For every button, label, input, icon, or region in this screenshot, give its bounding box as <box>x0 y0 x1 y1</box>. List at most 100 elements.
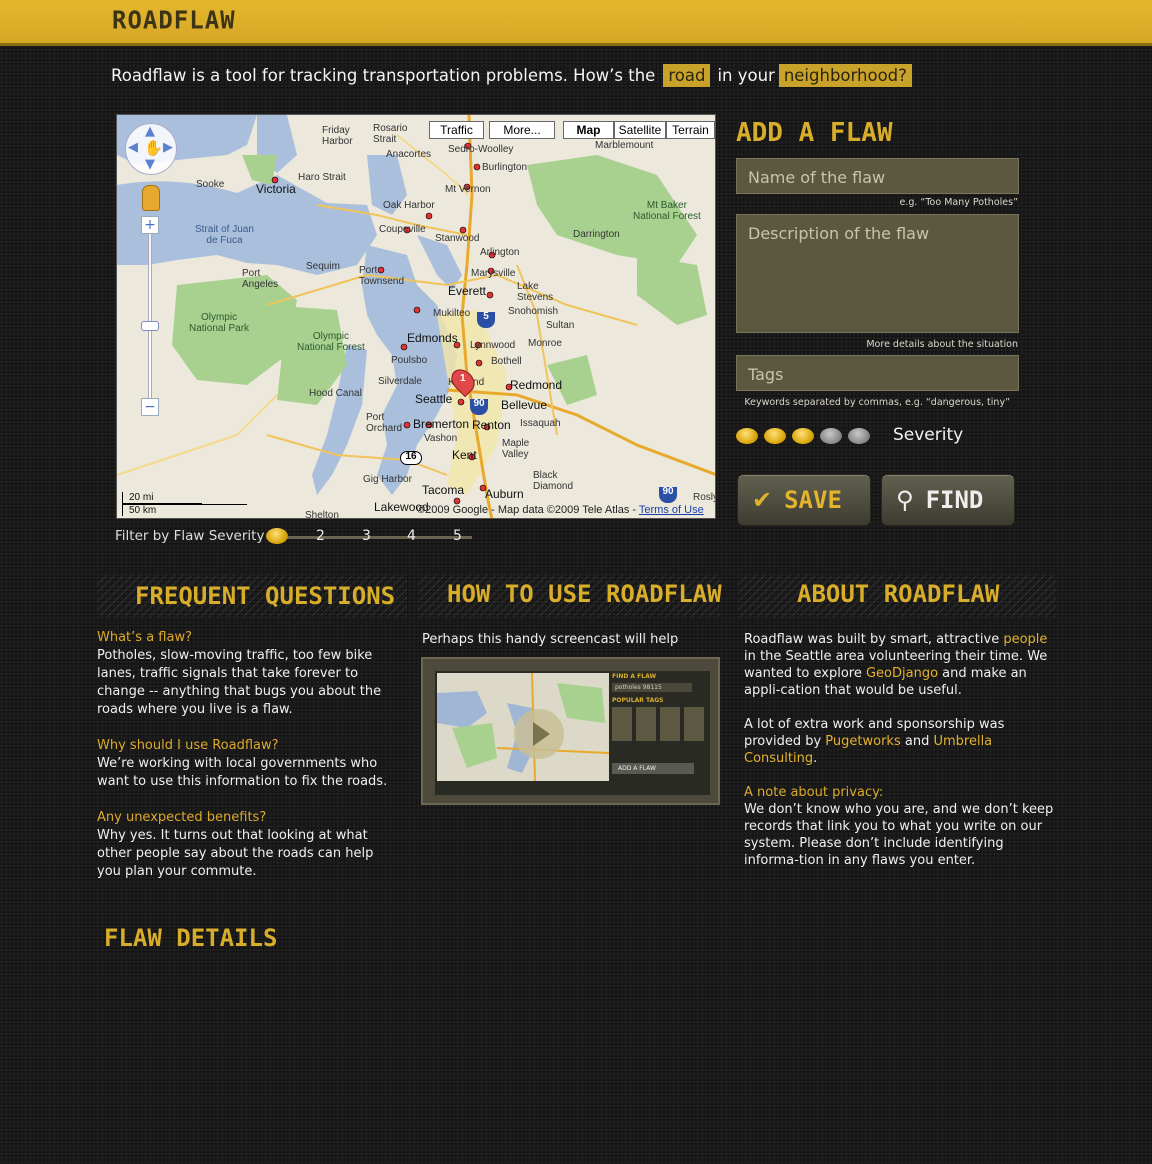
map-label: Seattle <box>415 392 453 406</box>
map-label: Mukilteo <box>433 308 471 319</box>
about-paragraph: Roadflaw was built by smart, attractive … <box>744 631 1059 699</box>
map-label: Olympic National Park <box>189 312 250 334</box>
pan-up-icon[interactable]: ▲ <box>145 124 155 139</box>
map-label: Mt Vernon <box>445 184 491 195</box>
people-link[interactable]: people <box>1003 632 1047 647</box>
map-label: Port Orchard <box>366 412 403 434</box>
map-label: Auburn <box>485 487 524 501</box>
map-label: Sequim <box>306 261 340 272</box>
severity-dot-1[interactable] <box>736 428 758 444</box>
interstate-90-shield-icon: 90 <box>470 398 488 415</box>
map-scale: 20 mi 50 km <box>122 492 247 516</box>
map-label: Marysville <box>471 268 516 279</box>
map-traffic-button[interactable]: Traffic <box>429 121 484 139</box>
faq-answer: We’re working with local governments who… <box>97 756 388 789</box>
severity-dot-2[interactable] <box>764 428 786 444</box>
map-label: Kent <box>452 448 477 462</box>
map-label: Monroe <box>528 338 562 349</box>
faq-item: Why should I use Roadflaw? We’re working… <box>97 737 397 791</box>
map-label: Hood Canal <box>309 388 362 399</box>
interstate-5-shield-icon: 5 <box>477 311 495 328</box>
map-label: Sedro-Woolley <box>448 144 514 155</box>
zoom-out-button[interactable]: − <box>141 398 159 416</box>
severity-dot-3[interactable] <box>792 428 814 444</box>
video-add-button: ADD A FLAW <box>612 763 694 774</box>
map-label: Shelton <box>305 510 339 519</box>
map-label: Stanwood <box>435 233 480 244</box>
map-label: Mt Baker National Forest <box>633 200 701 222</box>
filter-label: Filter by Flaw Severity <box>115 528 265 544</box>
zoom-slider-track[interactable] <box>148 225 152 405</box>
map-label: Sooke <box>196 179 225 190</box>
faq-title: FREQUENT QUESTIONS <box>135 582 396 610</box>
pan-right-icon[interactable]: ▶ <box>163 140 173 155</box>
pugetworks-link[interactable]: Pugetworks <box>825 734 900 749</box>
map-label: Darrington <box>573 229 620 240</box>
map-label: Snohomish <box>508 306 559 317</box>
map-label: Tacoma <box>422 483 465 497</box>
flaw-description-hint: More details about the situation <box>866 339 1018 350</box>
video-frame: FIND A FLAW potholes 98115 POPULAR TAGS … <box>435 671 710 795</box>
filter-knob[interactable] <box>266 528 288 544</box>
map-view[interactable]: Traffic More... Map Satellite Terrain ▲ … <box>116 114 716 519</box>
map-label: Bremerton <box>413 417 470 431</box>
filter-level-2[interactable]: 2 <box>316 528 325 544</box>
map-type-satellite-button[interactable]: Satellite <box>614 121 666 139</box>
map-type-terrain-button[interactable]: Terrain <box>666 121 715 139</box>
map-label: Burlington <box>482 162 528 173</box>
severity-dot-4[interactable] <box>820 428 842 444</box>
map-label: Renton <box>472 418 511 432</box>
filter-level-5[interactable]: 5 <box>453 528 462 544</box>
hand-icon: ✋ <box>144 139 163 157</box>
flaw-tags-input[interactable]: Tags <box>736 355 1019 391</box>
zoom-in-button[interactable]: + <box>141 216 159 234</box>
map-pan-control[interactable]: ▲ ▼ ◀ ▶ ✋ <box>125 123 177 175</box>
interstate-90-shield-icon: 90 <box>659 486 677 503</box>
video-thumbnail-map <box>437 673 609 781</box>
zoom-slider-knob[interactable] <box>141 321 159 331</box>
flaw-name-input[interactable]: Name of the flaw <box>736 158 1019 194</box>
map-type-map-button[interactable]: Map <box>563 121 614 139</box>
screencast-video[interactable]: FIND A FLAW potholes 98115 POPULAR TAGS … <box>421 657 720 805</box>
checkmark-icon: ✔ <box>752 486 773 514</box>
about-title: ABOUT ROADFLAW <box>797 580 1000 608</box>
faq-question: What’s a flaw? <box>97 630 192 645</box>
map-label: Victoria <box>256 182 296 196</box>
terms-of-use-link[interactable]: Terms of Use <box>639 504 704 516</box>
pan-down-icon[interactable]: ▼ <box>145 157 155 172</box>
severity-dot-5[interactable] <box>848 428 870 444</box>
filter-level-4[interactable]: 4 <box>407 528 416 544</box>
filter-level-3[interactable]: 3 <box>362 528 371 544</box>
pegman-icon[interactable] <box>142 185 160 211</box>
map-label: Port Angeles <box>242 268 279 290</box>
tagline: Roadflaw is a tool for tracking transpor… <box>111 64 916 87</box>
map-label: Poulsbo <box>391 355 428 366</box>
header-bar: ROADFLAW <box>0 0 1152 46</box>
save-button-label: SAVE <box>784 486 842 514</box>
tagline-neighborhood-highlight: neighborhood? <box>778 64 912 87</box>
copyright-text: ©2009 Google - Map data ©2009 Tele Atlas… <box>417 504 639 516</box>
map-label: Redmond <box>510 378 563 392</box>
privacy-text: We don’t know who you are, and we don’t … <box>744 802 1054 868</box>
map-more-button[interactable]: More... <box>489 121 555 139</box>
tagline-road-highlight: road <box>663 64 711 87</box>
pan-left-icon[interactable]: ◀ <box>128 140 138 155</box>
about-text-5: and <box>900 734 934 749</box>
play-icon[interactable] <box>514 709 564 759</box>
map-label: Coupeville <box>379 224 426 235</box>
filter-track[interactable] <box>272 536 472 539</box>
video-search-box: potholes 98115 <box>612 683 692 692</box>
flaw-description-textarea[interactable]: Description of the flaw <box>736 214 1019 333</box>
site-logo[interactable]: ROADFLAW <box>112 5 236 34</box>
flaw-details-title: FLAW DETAILS <box>104 924 278 952</box>
map-label: Bothell <box>491 356 522 367</box>
map-label: Lake Stevens <box>517 281 554 303</box>
find-button[interactable]: ⚲ FIND <box>881 474 1015 526</box>
faq-question: Why should I use Roadflaw? <box>97 738 279 753</box>
about-text-1: Roadflaw was built by smart, attractive <box>744 632 1004 647</box>
map-label: Friday Harbor <box>322 125 353 147</box>
find-button-label: FIND <box>925 486 984 514</box>
video-tags-label: POPULAR TAGS <box>612 697 664 704</box>
geodjango-link[interactable]: GeoDjango <box>866 666 938 681</box>
save-button[interactable]: ✔ SAVE <box>737 474 871 526</box>
